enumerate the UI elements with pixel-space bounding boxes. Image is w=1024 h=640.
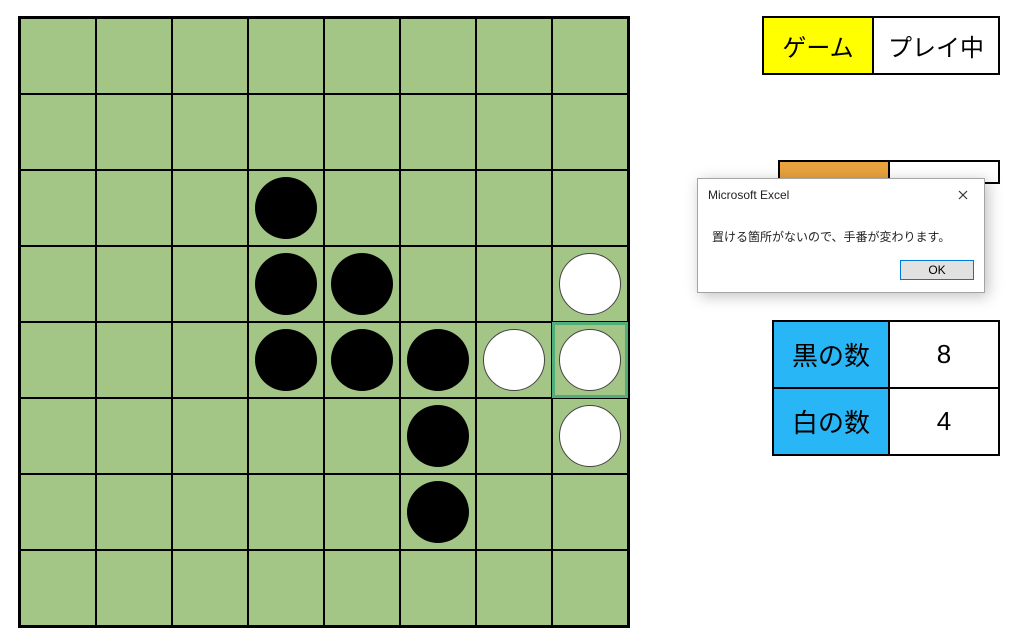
board-cell[interactable]	[324, 18, 400, 94]
board-cell[interactable]	[400, 246, 476, 322]
board-cell[interactable]	[248, 474, 324, 550]
board-cell[interactable]	[552, 18, 628, 94]
board-cell[interactable]	[324, 322, 400, 398]
board-cell[interactable]	[248, 246, 324, 322]
score-black-count: 8	[889, 321, 999, 388]
status-game-state: プレイ中	[873, 17, 999, 74]
board-cell[interactable]	[172, 94, 248, 170]
board-cell[interactable]	[476, 550, 552, 626]
board-cell[interactable]	[324, 94, 400, 170]
board-cell[interactable]	[172, 246, 248, 322]
board-cell[interactable]	[248, 398, 324, 474]
board-cell[interactable]	[552, 550, 628, 626]
board-cell[interactable]	[324, 550, 400, 626]
table-row: 黒の数 8	[773, 321, 999, 388]
white-disc	[559, 405, 621, 467]
board-cell[interactable]	[248, 322, 324, 398]
white-disc	[559, 253, 621, 315]
black-disc	[407, 329, 469, 391]
board-cell[interactable]	[96, 322, 172, 398]
dialog-message: 置ける箇所がないので、手番が変わります。	[698, 211, 984, 254]
board-cell[interactable]	[476, 398, 552, 474]
score-table: 黒の数 8 白の数 4	[772, 320, 1000, 456]
board-cell[interactable]	[400, 398, 476, 474]
board-cell[interactable]	[552, 322, 628, 398]
message-dialog[interactable]: Microsoft Excel 置ける箇所がないので、手番が変わります。 OK	[697, 178, 985, 293]
board-cell[interactable]	[400, 322, 476, 398]
board-cell[interactable]	[96, 170, 172, 246]
board-cell[interactable]	[20, 550, 96, 626]
board-cell[interactable]	[400, 94, 476, 170]
black-disc	[255, 253, 317, 315]
board-cell[interactable]	[20, 94, 96, 170]
board-cell[interactable]	[476, 170, 552, 246]
board-cell[interactable]	[20, 398, 96, 474]
board-cell[interactable]	[248, 18, 324, 94]
board-cell[interactable]	[172, 170, 248, 246]
board-cell[interactable]	[476, 474, 552, 550]
board-cell[interactable]	[552, 474, 628, 550]
board-cell[interactable]	[248, 94, 324, 170]
board-cell[interactable]	[324, 170, 400, 246]
table-row: ゲーム プレイ中	[763, 17, 999, 74]
board-cell[interactable]	[248, 550, 324, 626]
table-row: 白の数 4	[773, 388, 999, 455]
score-white-label: 白の数	[773, 388, 889, 455]
black-disc	[255, 329, 317, 391]
board-cell[interactable]	[552, 246, 628, 322]
board-cell[interactable]	[476, 322, 552, 398]
score-white-count: 4	[889, 388, 999, 455]
white-disc	[483, 329, 545, 391]
black-disc	[331, 253, 393, 315]
board-cell[interactable]	[96, 398, 172, 474]
board-cell[interactable]	[172, 322, 248, 398]
black-disc	[255, 177, 317, 239]
board-cell[interactable]	[400, 550, 476, 626]
board-cell[interactable]	[476, 18, 552, 94]
board-cell[interactable]	[172, 18, 248, 94]
board-cell[interactable]	[172, 474, 248, 550]
board-cell[interactable]	[20, 474, 96, 550]
board-cell[interactable]	[96, 246, 172, 322]
board-cell[interactable]	[20, 322, 96, 398]
board-cell[interactable]	[400, 170, 476, 246]
board-cell[interactable]	[400, 18, 476, 94]
board-cell[interactable]	[476, 246, 552, 322]
board-cell[interactable]	[172, 550, 248, 626]
status-game-label: ゲーム	[763, 17, 873, 74]
board-cell[interactable]	[248, 170, 324, 246]
board-cell[interactable]	[476, 94, 552, 170]
ok-button[interactable]: OK	[900, 260, 974, 280]
white-disc	[559, 329, 621, 391]
othello-board[interactable]	[18, 16, 630, 628]
board-cell[interactable]	[552, 170, 628, 246]
board-cell[interactable]	[96, 474, 172, 550]
dialog-titlebar[interactable]: Microsoft Excel	[698, 179, 984, 211]
black-disc	[407, 405, 469, 467]
board-cell[interactable]	[552, 398, 628, 474]
black-disc	[331, 329, 393, 391]
board-cell[interactable]	[324, 398, 400, 474]
board-cell[interactable]	[324, 246, 400, 322]
black-disc	[407, 481, 469, 543]
board-cell[interactable]	[20, 246, 96, 322]
board-cell[interactable]	[96, 94, 172, 170]
score-black-label: 黒の数	[773, 321, 889, 388]
board-cell[interactable]	[400, 474, 476, 550]
board-cell[interactable]	[552, 94, 628, 170]
status-table: ゲーム プレイ中	[762, 16, 1000, 75]
dialog-title: Microsoft Excel	[708, 188, 789, 202]
board-cell[interactable]	[20, 18, 96, 94]
board-cell[interactable]	[96, 550, 172, 626]
board-cell[interactable]	[20, 170, 96, 246]
dialog-buttons: OK	[698, 254, 984, 292]
board-cell[interactable]	[96, 18, 172, 94]
board-cell[interactable]	[324, 474, 400, 550]
board-cell[interactable]	[172, 398, 248, 474]
close-icon[interactable]	[950, 185, 976, 205]
